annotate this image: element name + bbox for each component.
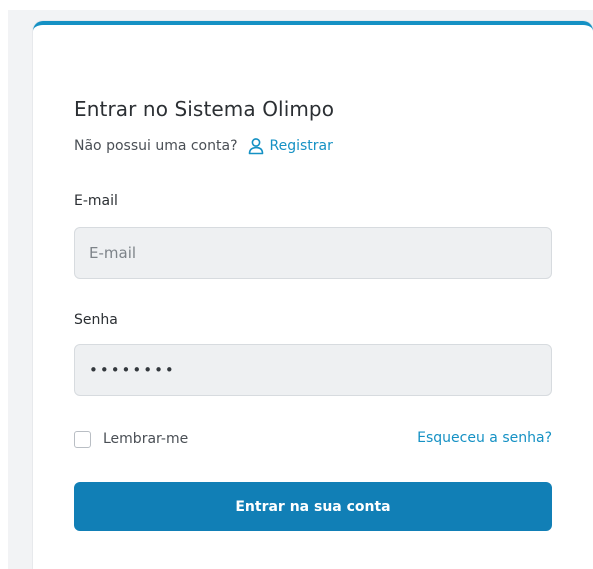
- remember-me-label[interactable]: Lembrar-me: [103, 431, 188, 447]
- email-label: E-mail: [74, 193, 118, 209]
- submit-button[interactable]: Entrar na sua conta: [74, 482, 552, 531]
- page-title: Entrar no Sistema Olimpo: [74, 97, 335, 121]
- password-input[interactable]: [74, 344, 552, 396]
- remember-me[interactable]: Lembrar-me: [74, 429, 188, 449]
- register-link[interactable]: Registrar: [270, 138, 333, 154]
- login-card: Entrar no Sistema Olimpo Não possui uma …: [33, 21, 593, 569]
- email-input[interactable]: [74, 227, 552, 279]
- no-account-text: Não possui uma conta?: [74, 138, 238, 154]
- remember-me-checkbox[interactable]: [74, 430, 91, 448]
- forgot-password-link[interactable]: Esqueceu a senha?: [417, 430, 552, 446]
- register-prompt: Não possui uma conta? Registrar: [74, 136, 333, 156]
- password-label: Senha: [74, 312, 118, 328]
- user-icon[interactable]: [247, 137, 265, 155]
